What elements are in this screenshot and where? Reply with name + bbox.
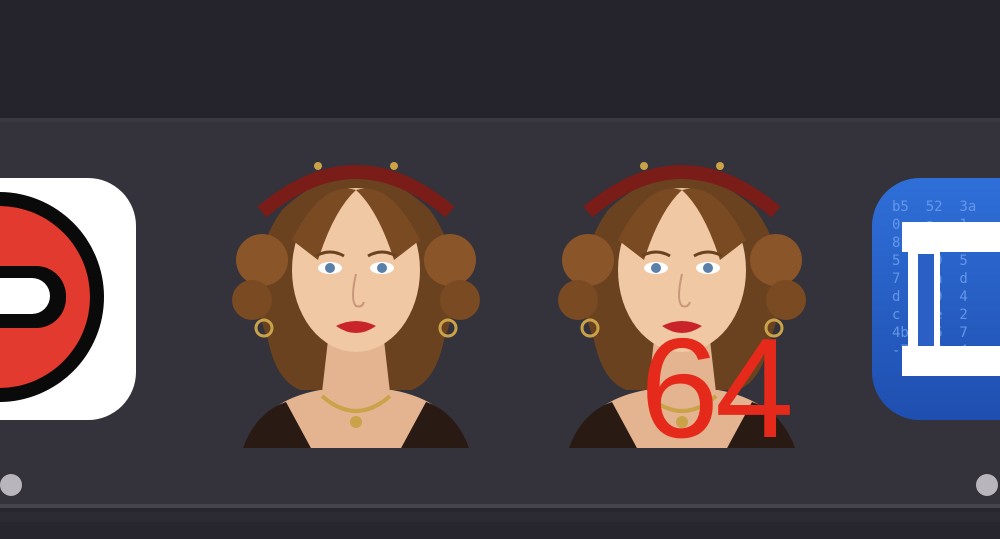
running-indicator-dot [0, 474, 22, 496]
mask-inner-shape [0, 278, 50, 314]
portrait-app-icon [232, 162, 480, 448]
dock-app-portrait-1[interactable] [222, 150, 490, 448]
icon-stem-inner [918, 254, 934, 346]
screen: 64 b5 52 3a 0 a 1 8 91 2 5 09 5 7 6a d d… [0, 0, 1000, 539]
running-indicator-dot [976, 474, 998, 496]
desktop-area [0, 0, 1000, 118]
dock-app-red-mask[interactable] [0, 178, 136, 420]
notification-badge: 64 [640, 309, 794, 468]
bottom-shine [0, 512, 1000, 522]
dock [0, 122, 1000, 504]
icon-bar-top [902, 222, 1000, 252]
dock-app-blue-code[interactable]: b5 52 3a 0 a 1 8 91 2 5 09 5 7 6a d d 49… [872, 178, 1000, 420]
icon-bar-bottom [902, 346, 1000, 376]
bottom-area [0, 508, 1000, 539]
